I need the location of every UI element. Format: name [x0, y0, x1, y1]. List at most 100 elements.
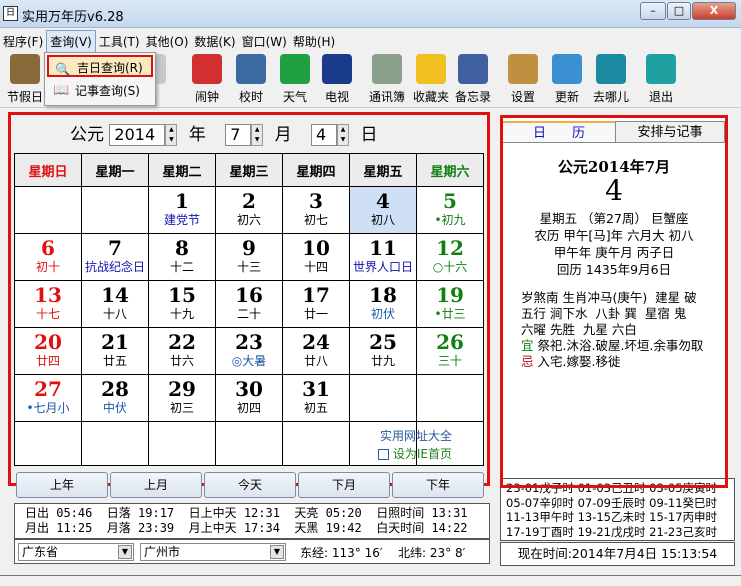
menu-1[interactable]: 查询(V) — [46, 30, 96, 53]
toolbar-button-camel[interactable]: 去哪儿 — [590, 54, 632, 105]
toolbar-label: 闹钟 — [194, 90, 219, 104]
hour-line: 11-13甲午时 13-15乙未时 15-17丙申时 — [506, 510, 718, 524]
star-icon — [416, 54, 446, 84]
day-cell[interactable]: 24 廿八 — [282, 327, 350, 375]
year-spinner[interactable]: ▲ ▼ — [165, 124, 178, 146]
day-number: 16 — [235, 283, 263, 307]
day-number: 12 — [436, 236, 464, 260]
day-cell[interactable]: 22 廿六 — [148, 327, 216, 375]
day-cell[interactable]: 17 廿一 — [282, 280, 350, 328]
nav-button-1[interactable]: 上月 — [110, 472, 202, 498]
day-cell[interactable]: 13 十七 — [14, 280, 82, 328]
day-cell[interactable]: 30 初四 — [215, 374, 283, 422]
day-cell[interactable]: 1 建党节 — [148, 186, 216, 234]
month-spinner[interactable]: ▲ ▼ — [251, 124, 264, 146]
current-time: 现在时间:2014年7月4日 15:13:54 — [500, 542, 735, 566]
toolbar-label: 校时 — [238, 90, 263, 104]
menu-5[interactable]: 窗口(W) — [239, 31, 290, 52]
menu-6[interactable]: 帮助(H) — [290, 31, 338, 52]
day-cell[interactable]: 5 •初九 — [416, 186, 484, 234]
province-select[interactable]: 广东省 ▼ — [18, 543, 134, 561]
day-cell[interactable]: 31 初五 — [282, 374, 350, 422]
day-number: 29 — [168, 377, 196, 401]
day-cell — [81, 186, 149, 234]
day-cell[interactable]: 29 初三 — [148, 374, 216, 422]
lunar-label: 初七 — [303, 213, 328, 227]
url-nav-link[interactable]: 实用网址大全 — [380, 427, 452, 444]
toolbar-label: 天气 — [282, 90, 307, 104]
lunar-label: •廿三 — [434, 307, 466, 321]
day-cell[interactable]: 25 廿九 — [349, 327, 417, 375]
lunar-label: 十七 — [35, 307, 60, 321]
toolbar-button-phone-book[interactable]: 通讯簿 — [366, 54, 408, 105]
toolbar-button-film-reel[interactable]: 节假日 — [4, 54, 46, 105]
day-cell[interactable]: 7 抗战纪念日 — [81, 233, 149, 281]
menu-item-auspicious-day-query[interactable]: 🔍 吉日查询(R) — [47, 55, 153, 78]
tv-icon — [322, 54, 352, 84]
day-cell[interactable]: 27 •七月小 — [14, 374, 82, 422]
day-cell[interactable]: 15 十九 — [148, 280, 216, 328]
day-cell[interactable]: 16 二十 — [215, 280, 283, 328]
day-cell[interactable]: 21 廿五 — [81, 327, 149, 375]
day-cell[interactable]: 8 十二 — [148, 233, 216, 281]
query-menu-dropdown: 🔍 吉日查询(R) 📖 记事查询(S) — [44, 52, 156, 106]
toolbar-button-update[interactable]: 更新 — [546, 54, 588, 105]
day-cell[interactable]: 3 初七 — [282, 186, 350, 234]
sun-info: 日出 05:46 日落 19:17 日上中天 12:31 天亮 05:20 日照… — [25, 506, 468, 520]
day-cell[interactable]: 20 廿四 — [14, 327, 82, 375]
year-input[interactable]: 2014 — [109, 124, 166, 146]
day-cell[interactable]: 26 三十 — [416, 327, 484, 375]
checkbox-icon — [378, 449, 389, 460]
day-input[interactable]: 4 — [311, 124, 338, 146]
toolbar-label: 收藏夹 — [412, 90, 449, 104]
menu-item-memo-query[interactable]: 📖 记事查询(S) — [47, 80, 153, 102]
city-select[interactable]: 广州市 ▼ — [140, 543, 286, 561]
toolbar-button-memo[interactable]: 备忘录 — [452, 54, 494, 105]
day-number: 11 — [369, 236, 397, 260]
toolbar-button-exit-door[interactable]: 退出 — [640, 54, 682, 105]
maximize-button[interactable]: □ — [667, 2, 691, 20]
set-homepage-checkbox[interactable]: 设为IE首页 — [378, 445, 452, 462]
almanac-details: 岁煞南 生肖冲马(庚午) 建星 破 五行 涧下水 八卦 巽 星宿 鬼 六曜 先胜… — [521, 290, 703, 370]
lunar-label: 廿四 — [35, 354, 60, 368]
menu-0[interactable]: 程序(F) — [0, 31, 46, 52]
menu-4[interactable]: 数据(K) — [191, 31, 238, 52]
tab-calendar[interactable]: 日 历 — [503, 121, 615, 143]
menu-3[interactable]: 其他(O) — [143, 31, 192, 52]
day-number: 26 — [436, 330, 464, 354]
nav-button-0[interactable]: 上年 — [16, 472, 108, 498]
toolbar-button-alarm-clock[interactable]: 闹钟 — [186, 54, 228, 105]
close-button[interactable]: X — [692, 2, 736, 20]
toolbar-label: 节假日 — [6, 90, 43, 104]
day-cell[interactable]: 19 •廿三 — [416, 280, 484, 328]
day-cell[interactable]: 18 初伏 — [349, 280, 417, 328]
day-cell[interactable]: 6 初十 — [14, 233, 82, 281]
nav-button-4[interactable]: 下年 — [392, 472, 484, 498]
toolbar-button-star[interactable]: 收藏夹 — [410, 54, 452, 105]
day-cell[interactable]: 10 十四 — [282, 233, 350, 281]
day-cell[interactable]: 4 初八 — [349, 186, 417, 234]
lunar-label: 廿六 — [169, 354, 194, 368]
tab-schedule-notes[interactable]: 安排与记事 — [615, 121, 725, 143]
minimize-button[interactable]: – — [640, 2, 666, 20]
menu-2[interactable]: 工具(T) — [96, 31, 143, 52]
nav-button-2[interactable]: 今天 — [204, 472, 296, 498]
toolbar-button-globe-network[interactable]: 校时 — [230, 54, 272, 105]
weekday-header: 星期一 — [81, 153, 149, 187]
day-cell[interactable]: 14 十八 — [81, 280, 149, 328]
nav-button-3[interactable]: 下月 — [298, 472, 390, 498]
day-cell[interactable]: 23 ◎大暑 — [215, 327, 283, 375]
toolbar-button-tv[interactable]: 电视 — [316, 54, 358, 105]
day-cell[interactable]: 2 初六 — [215, 186, 283, 234]
weekday-line: 星期五 （第27周） 巨蟹座 — [539, 211, 689, 226]
day-cell[interactable]: 12 ○十六 — [416, 233, 484, 281]
weekday-header: 星期二 — [148, 153, 216, 187]
toolbar-button-weather[interactable]: 天气 — [274, 54, 316, 105]
day-number: 13 — [34, 283, 62, 307]
day-cell[interactable]: 11 世界人口日 — [349, 233, 417, 281]
day-spinner[interactable]: ▲ ▼ — [337, 124, 350, 146]
month-input[interactable]: 7 — [225, 124, 252, 146]
day-cell[interactable]: 28 中伏 — [81, 374, 149, 422]
day-cell[interactable]: 9 十三 — [215, 233, 283, 281]
toolbar-button-settings-tools[interactable]: 设置 — [502, 54, 544, 105]
